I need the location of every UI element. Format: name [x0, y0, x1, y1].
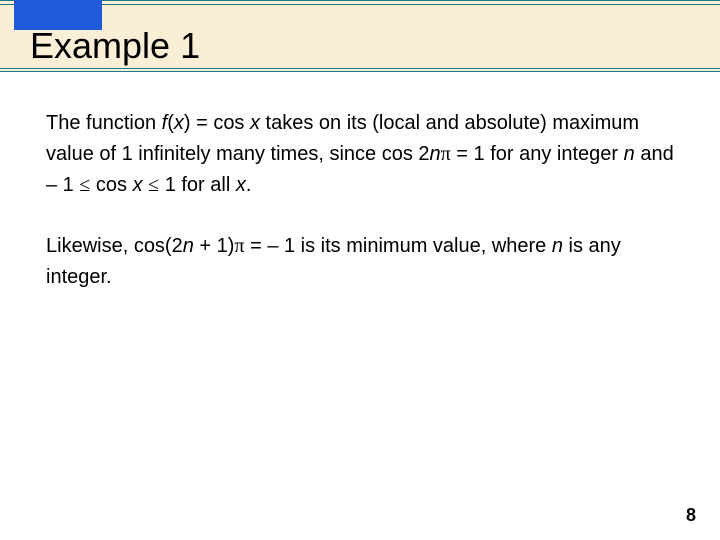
text: = – 1 is its minimum value, where: [245, 235, 552, 257]
var-x: x: [133, 174, 143, 196]
slide-body: The function f(x) = cos x takes on its (…: [0, 72, 720, 293]
header-rule-top: [0, 4, 720, 5]
paragraph-2: Likewise, cos(2n + 1)π = – 1 is its mini…: [46, 231, 674, 293]
slide-header: Example 1: [0, 0, 720, 72]
var-n: n: [183, 235, 194, 257]
var-x: x: [174, 112, 184, 134]
text: (: [167, 112, 174, 134]
header-rule-bottom-1: [0, 68, 720, 69]
var-n: n: [430, 143, 441, 165]
var-x: x: [250, 112, 260, 134]
text: 1 for all: [159, 174, 236, 196]
pi-symbol: π: [234, 235, 244, 257]
text: ) = cos: [184, 112, 250, 134]
text: = 1 for any integer: [451, 143, 624, 165]
var-x: x: [236, 174, 246, 196]
page-number: 8: [686, 505, 696, 526]
text: The function: [46, 112, 162, 134]
var-n: n: [624, 143, 635, 165]
text: cos: [90, 174, 132, 196]
pi-symbol: π: [441, 143, 451, 165]
header-rule-bottom-2: [0, 71, 720, 72]
le-symbol: ≤: [148, 174, 159, 196]
text: + 1): [194, 235, 235, 257]
var-n: n: [552, 235, 563, 257]
slide-title: Example 1: [30, 25, 200, 67]
paragraph-1: The function f(x) = cos x takes on its (…: [46, 108, 674, 201]
text: Likewise, cos(2: [46, 235, 183, 257]
text: .: [246, 174, 252, 196]
le-symbol: ≤: [79, 174, 90, 196]
